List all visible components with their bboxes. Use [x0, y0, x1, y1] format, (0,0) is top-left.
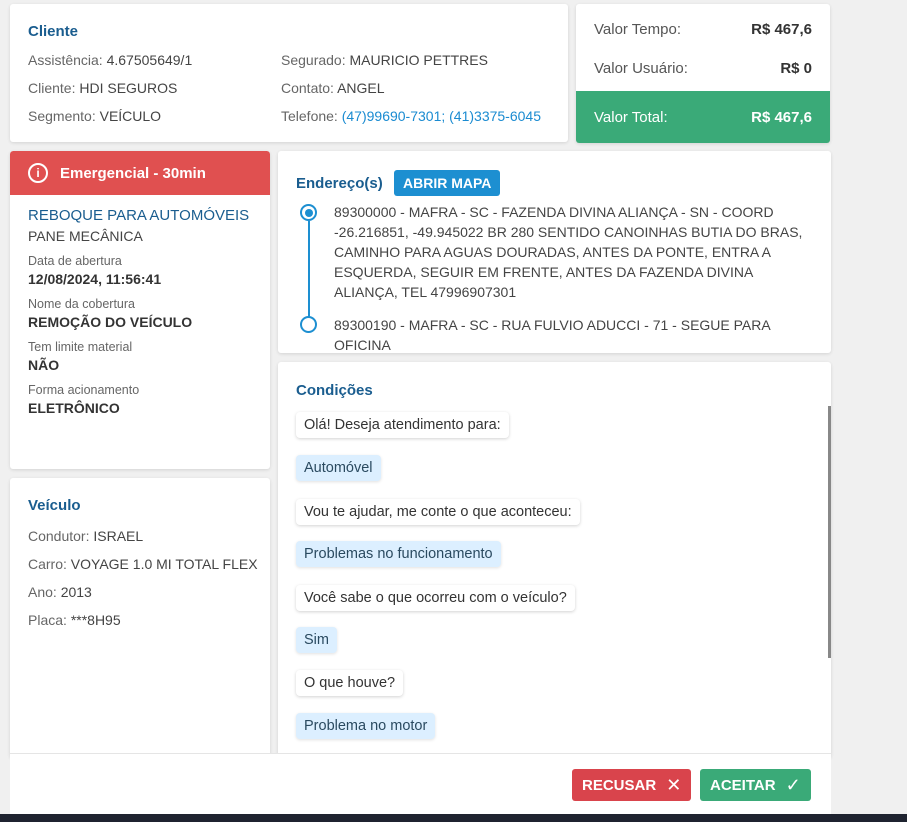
address-card: Endereço(s) ABRIR MAPA 89300000 - MAFRA …	[278, 151, 831, 353]
phone-link[interactable]: (47)99690-7301; (41)3375-6045	[342, 108, 541, 124]
emergency-banner: i Emergencial - 30min	[10, 151, 270, 195]
total-value-label: Valor Total:	[594, 108, 668, 126]
emergency-banner-label: Emergencial - 30min	[60, 164, 206, 182]
chat-question: O que houve?	[296, 670, 404, 696]
total-value-row: Valor Total: R$ 467,6	[576, 91, 830, 143]
assistance-value: 4.67505649/1	[106, 52, 193, 68]
chat-question: Vou te ajudar, me conte o que aconteceu:	[296, 499, 580, 525]
action-footer: RECUSAR ✕ ACEITAR ✓	[10, 753, 831, 814]
values-card: Valor Tempo: R$ 467,6 Valor Usuário: R$ …	[576, 4, 830, 143]
origin-address: 89300000 - MAFRA - SC - FAZENDA DIVINA A…	[334, 204, 803, 300]
accept-button-label: ACEITAR	[710, 776, 776, 794]
chat-answer: Sim	[296, 627, 337, 653]
service-type: REBOQUE PARA AUTOMÓVEIS	[28, 207, 250, 224]
time-value-label: Valor Tempo:	[594, 21, 681, 38]
client-label: Cliente:	[28, 80, 76, 96]
trigger-value: ELETRÔNICO	[28, 400, 120, 416]
client-row: Cliente: HDI SEGUROS	[28, 80, 177, 96]
contact-value: ANGEL	[337, 80, 385, 96]
plate-value: ***8H95	[70, 612, 121, 628]
user-value-row: Valor Usuário: R$ 0	[594, 60, 812, 77]
segment-value: VEÍCULO	[99, 108, 162, 124]
conditions-title: Condições	[296, 382, 373, 399]
year-row: Ano: 2013	[28, 584, 92, 600]
insured-value: MAURICIO PETTRES	[349, 52, 488, 68]
plate-label: Placa:	[28, 612, 67, 628]
assistance-label: Assistência:	[28, 52, 103, 68]
coverage-label: Nome da cobertura	[28, 297, 136, 311]
contact-row: Contato: ANGEL	[281, 80, 385, 96]
plate-row: Placa: ***8H95	[28, 612, 121, 628]
chat-question: Você sabe o que ocorreu com o veículo?	[296, 585, 575, 611]
vehicle-card: Veículo Condutor: ISRAEL Carro: VOYAGE 1…	[10, 478, 270, 758]
driver-label: Condutor:	[28, 528, 90, 544]
driver-row: Condutor: ISRAEL	[28, 528, 143, 544]
chat-question: Olá! Deseja atendimento para:	[296, 412, 509, 438]
reject-button-label: RECUSAR	[582, 776, 657, 794]
conditions-card: Condições Olá! Deseja atendimento para: …	[278, 362, 831, 758]
contact-label: Contato:	[281, 80, 334, 96]
phone-row: Telefone: (47)99690-7301; (41)3375-6045	[281, 108, 541, 124]
car-row: Carro: VOYAGE 1.0 MI TOTAL FLEX	[28, 556, 258, 572]
destination-marker-icon	[300, 316, 317, 333]
limit-label: Tem limite material	[28, 340, 133, 354]
open-date-value: 12/08/2024, 11:56:41	[28, 271, 162, 287]
insured-label: Segurado:	[281, 52, 346, 68]
assistance-row: Assistência: 4.67505649/1	[28, 52, 192, 68]
time-value-row: Valor Tempo: R$ 467,6	[594, 21, 812, 38]
trigger-label: Forma acionamento	[28, 383, 140, 397]
destination-address: 89300190 - MAFRA - SC - RUA FULVIO ADUCC…	[334, 317, 770, 353]
user-value-amount: R$ 0	[780, 60, 812, 77]
open-date-label: Data de abertura	[28, 254, 122, 268]
chat-answer: Automóvel	[296, 455, 381, 481]
client-card: Cliente Assistência: 4.67505649/1 Client…	[10, 4, 568, 142]
time-value-amount: R$ 467,6	[751, 21, 812, 38]
close-icon: ✕	[666, 774, 682, 795]
phone-label: Telefone:	[281, 108, 338, 124]
address-title: Endereço(s)	[296, 175, 383, 192]
user-value-label: Valor Usuário:	[594, 60, 688, 77]
coverage-value: REMOÇÃO DO VEÍCULO	[28, 314, 193, 330]
year-label: Ano:	[28, 584, 57, 600]
client-title: Cliente	[28, 23, 79, 40]
limit-value: NÃO	[28, 357, 60, 373]
chat-answer: Problema no motor	[296, 713, 436, 739]
car-value: VOYAGE 1.0 MI TOTAL FLEX	[70, 556, 258, 572]
driver-value: ISRAEL	[93, 528, 144, 544]
info-icon: i	[28, 163, 48, 183]
reject-button[interactable]: RECUSAR ✕	[572, 769, 692, 801]
route-line	[308, 221, 310, 317]
service-card: i Emergencial - 30min REBOQUE PARA AUTOM…	[10, 151, 270, 469]
taskbar-strip	[0, 814, 907, 822]
vehicle-title: Veículo	[28, 497, 81, 514]
origin-marker-icon	[300, 204, 317, 221]
total-value-amount: R$ 467,6	[751, 108, 812, 126]
car-label: Carro:	[28, 556, 67, 572]
chat-answer: Problemas no funcionamento	[296, 541, 501, 567]
segment-label: Segmento:	[28, 108, 96, 124]
conditions-scrollbar[interactable]	[828, 406, 831, 658]
open-map-button[interactable]: ABRIR MAPA	[394, 170, 501, 196]
year-value: 2013	[60, 584, 92, 600]
accept-button[interactable]: ACEITAR ✓	[700, 769, 811, 801]
insured-row: Segurado: MAURICIO PETTRES	[281, 52, 488, 68]
check-icon: ✓	[785, 774, 801, 795]
segment-row: Segmento: VEÍCULO	[28, 108, 161, 124]
service-subtype: PANE MECÂNICA	[28, 228, 143, 244]
client-value: HDI SEGUROS	[79, 80, 178, 96]
